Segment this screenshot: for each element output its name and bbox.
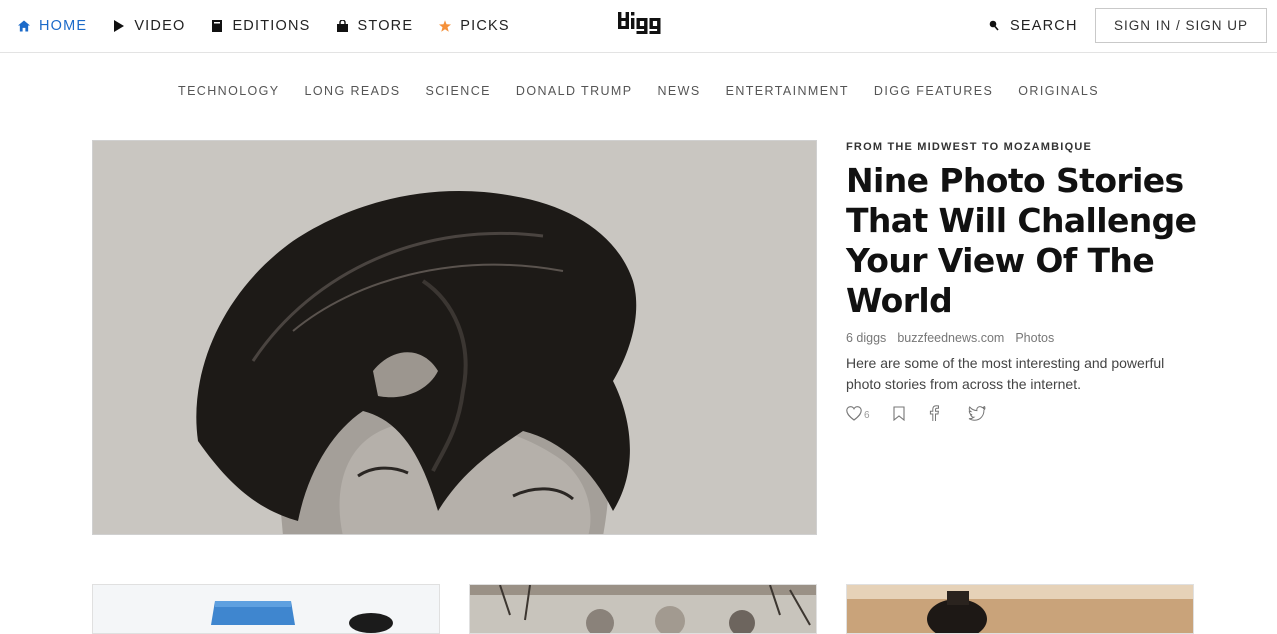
story-meta: 6 diggs buzzfeednews.com Photos [846, 331, 1206, 345]
digg-logo[interactable] [618, 9, 668, 39]
search-label: SEARCH [1010, 18, 1078, 34]
topic-technology[interactable]: TECHNOLOGY [178, 84, 280, 104]
story-kicker: FROM THE MIDWEST TO MOZAMBIQUE [846, 141, 1093, 153]
nav-home[interactable]: HOME [18, 18, 87, 34]
shopping-bag-icon [337, 20, 349, 32]
twitter-icon [968, 405, 986, 426]
twitter-share-button[interactable] [968, 405, 986, 426]
search-icon [989, 20, 1001, 32]
facebook-share-button[interactable] [928, 405, 940, 426]
topic-nav: TECHNOLOGY LONG READS SCIENCE DONALD TRU… [0, 84, 1277, 104]
star-icon [439, 20, 452, 32]
top-navigation-bar: HOME VIDEO EDITIONS STORE PICKS SEARCH S… [0, 0, 1277, 53]
facebook-icon [928, 405, 940, 426]
nav-editions-label: EDITIONS [232, 18, 311, 34]
nav-home-label: HOME [39, 18, 88, 34]
digg-button-count: 6 [864, 410, 870, 421]
nav-editions[interactable]: EDITIONS [211, 18, 310, 34]
topic-long-reads[interactable]: LONG READS [305, 84, 401, 104]
story-source[interactable]: buzzfeednews.com [897, 331, 1004, 345]
story-card-image[interactable] [846, 584, 1194, 634]
home-icon [18, 20, 30, 32]
nav-store-label: STORE [357, 18, 414, 34]
topic-digg-features[interactable]: DIGG FEATURES [874, 84, 993, 104]
story-description: Here are some of the most interesting an… [846, 355, 1165, 392]
featured-story: FROM THE MIDWEST TO MOZAMBIQUE Nine Phot… [846, 140, 1206, 426]
search-button[interactable]: SEARCH [989, 0, 1078, 52]
digg-count-text: 6 diggs [846, 331, 887, 345]
story-card-image[interactable] [469, 584, 817, 634]
primary-nav: HOME VIDEO EDITIONS STORE PICKS [18, 0, 536, 52]
topic-originals[interactable]: ORIGINALS [1018, 84, 1099, 104]
nav-store[interactable]: STORE [337, 18, 414, 34]
sign-in-button[interactable]: SIGN IN / SIGN UP [1095, 8, 1267, 43]
topic-news[interactable]: NEWS [657, 84, 700, 104]
play-icon [113, 20, 125, 32]
story-category[interactable]: Photos [1015, 331, 1054, 345]
story-card-image[interactable] [92, 584, 440, 634]
heart-icon [846, 405, 862, 426]
nav-picks-label: PICKS [460, 18, 510, 34]
bookmark-icon [892, 405, 906, 426]
nav-picks[interactable]: PICKS [439, 18, 510, 34]
editions-icon [211, 20, 223, 32]
digg-button[interactable]: 6 [846, 405, 870, 426]
nav-video-label: VIDEO [134, 18, 186, 34]
story-actions: 6 [846, 405, 1206, 426]
save-button[interactable] [892, 405, 906, 426]
nav-video[interactable]: VIDEO [113, 18, 185, 34]
featured-story-image[interactable] [92, 140, 817, 535]
story-headline[interactable]: Nine Photo Stories That Will Challenge Y… [846, 161, 1206, 321]
topic-science[interactable]: SCIENCE [426, 84, 491, 104]
topic-entertainment[interactable]: ENTERTAINMENT [726, 84, 849, 104]
topic-donald-trump[interactable]: DONALD TRUMP [516, 84, 633, 104]
